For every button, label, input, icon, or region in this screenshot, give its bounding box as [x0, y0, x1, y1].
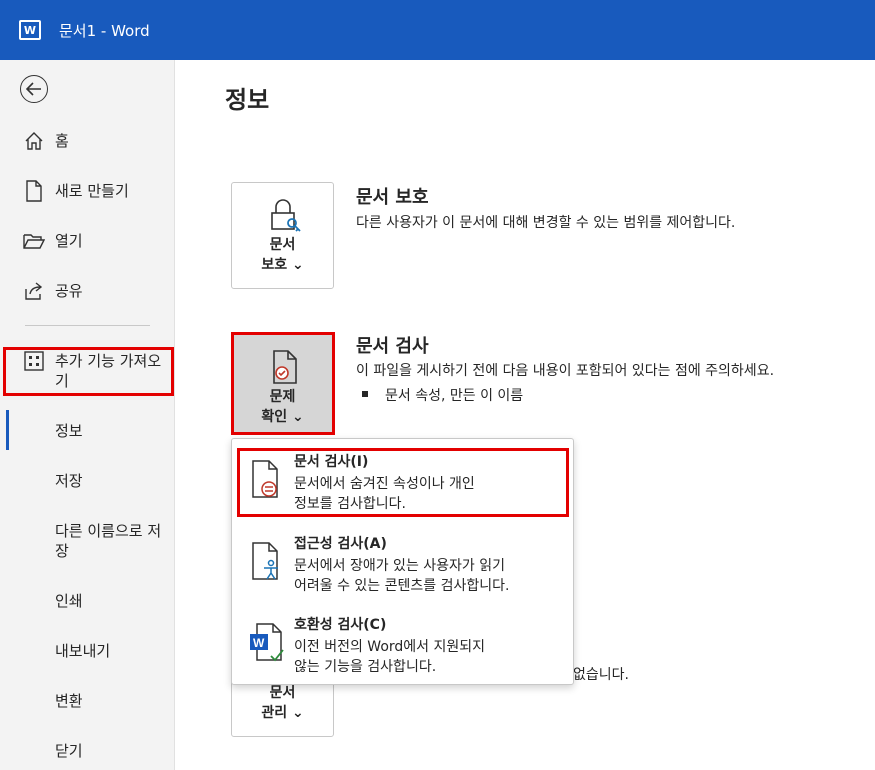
- nav-new-label: 새로 만들기: [55, 182, 129, 200]
- nav-export-label: 내보내기: [55, 642, 111, 660]
- menu-item-compatibility-desc: 이전 버전의 Word에서 지원되지 않는 기능을 검사합니다.: [294, 639, 486, 675]
- nav-save-label: 저장: [55, 472, 83, 490]
- nav-share-label: 공유: [55, 282, 83, 300]
- title-bar: W 문서1 - Word: [0, 0, 875, 60]
- highlight-box-check-issues: [231, 332, 335, 435]
- lock-key-icon: [271, 199, 301, 232]
- bullet-icon: [362, 391, 368, 397]
- backstage-sidebar: 홈 새로 만들기 열기 공유 추가 기능 가져오기 정보 저장 다른 이름으로 …: [0, 60, 175, 770]
- page-title: 정보: [225, 86, 270, 114]
- home-icon: [23, 130, 45, 152]
- compatibility-check-icon: W: [250, 623, 284, 662]
- nav-home-label: 홈: [55, 132, 69, 150]
- protect-document-label: 문서 보호 ⌄: [261, 237, 304, 273]
- nav-info-label: 정보: [55, 422, 83, 440]
- word-logo-icon: W: [19, 20, 41, 40]
- sidebar-divider: [25, 325, 150, 326]
- inspect-bullet-text: 문서 속성, 만든 이 이름: [385, 388, 524, 404]
- inspect-section-title: 문서 검사: [356, 336, 429, 357]
- window-title: 문서1 - Word: [59, 21, 150, 40]
- manage-document-label: 문서 관리 ⌄: [261, 685, 304, 721]
- folder-open-icon: [23, 230, 45, 252]
- nav-close-label: 닫기: [55, 742, 83, 760]
- new-document-icon: [23, 180, 45, 202]
- protect-document-button[interactable]: 문서 보호 ⌄: [231, 182, 334, 289]
- manage-section-desc-partial: 없습니다.: [573, 667, 629, 683]
- back-button[interactable]: [20, 75, 48, 103]
- protect-section-desc: 다른 사용자가 이 문서에 대해 변경할 수 있는 범위를 제어합니다.: [356, 215, 736, 231]
- accessibility-check-icon: [252, 542, 278, 580]
- highlight-box-inspect-document: [237, 448, 569, 517]
- nav-transform-label: 변환: [55, 692, 83, 710]
- nav-print-label: 인쇄: [55, 592, 83, 610]
- highlight-box-info: [3, 347, 174, 396]
- menu-item-compatibility-title: 호환성 검사(C): [294, 617, 387, 633]
- nav-selected-indicator: [6, 410, 9, 450]
- menu-item-accessibility-title: 접근성 검사(A): [294, 536, 387, 552]
- share-icon: [23, 280, 45, 302]
- protect-section-title: 문서 보호: [356, 187, 429, 208]
- menu-item-check-compatibility[interactable]: W 호환성 검사(C) 이전 버전의 Word에서 지원되지 않는 기능을 검사…: [232, 604, 573, 686]
- nav-open-label: 열기: [55, 232, 83, 250]
- svg-text:W: W: [253, 636, 265, 650]
- inspect-section-desc: 이 파일을 게시하기 전에 다음 내용이 포함되어 있다는 점에 주의하세요.: [356, 363, 775, 379]
- nav-save-as-label: 다른 이름으로 저장: [55, 522, 162, 560]
- menu-item-accessibility-desc: 문서에서 장애가 있는 사용자가 읽기 어려울 수 있는 콘텐츠를 검사합니다.: [294, 558, 510, 594]
- arrow-left-icon: [26, 82, 41, 96]
- menu-item-check-accessibility[interactable]: 접근성 검사(A) 문서에서 장애가 있는 사용자가 읽기 어려울 수 있는 콘…: [232, 523, 573, 605]
